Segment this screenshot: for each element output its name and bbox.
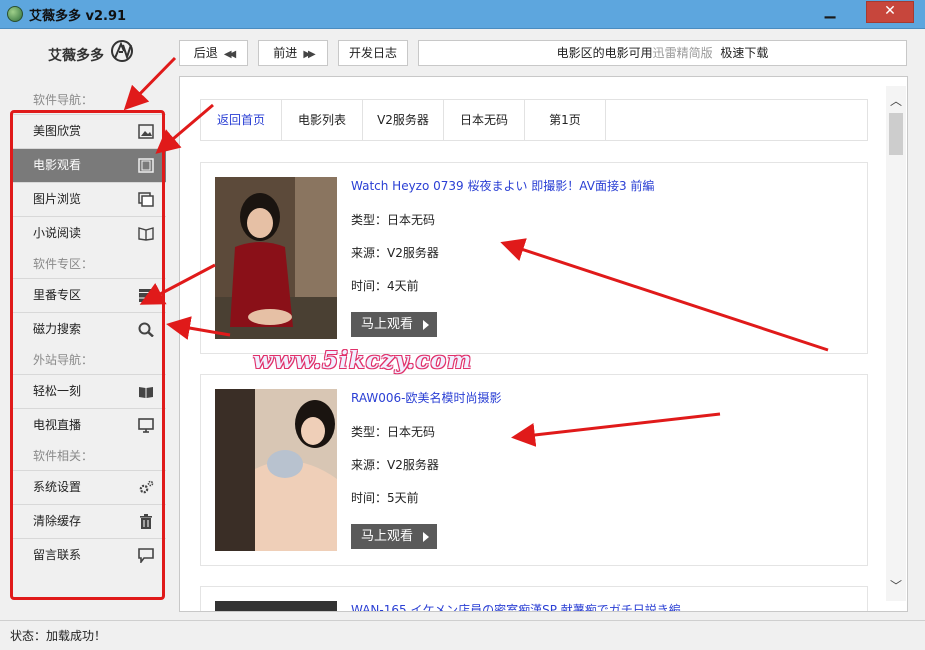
sidebar-item-tv-live[interactable]: 电视直播 [13,408,166,442]
sidebar-item-label: 电影观看 [33,158,82,172]
close-button[interactable]: ✕ [866,1,914,23]
movie-type: 类型：日本无码 [351,213,436,227]
forward-arrow-icon: ▶▶ [303,49,316,60]
chat-icon [138,548,154,563]
movie-title-link[interactable]: Watch Heyzo 0739 桜夜まよい 即撮影！AV面接3 前編 [351,177,654,194]
sidebar-item-label: 里番专区 [33,288,82,302]
search-icon [138,322,154,337]
sidebar-item-novel[interactable]: 小说阅读 [13,216,166,250]
gear-icon [139,480,154,494]
tab-page-1[interactable]: 第1页 [525,100,606,140]
trash-icon [140,514,152,529]
gallery-icon [138,192,154,207]
monitor-icon [138,418,154,433]
back-button[interactable]: 后退 ◀◀ [179,40,248,66]
tab-jp-uncensored[interactable]: 日本无码 [444,100,525,140]
tab-v2-server[interactable]: V2服务器 [363,100,444,140]
sidebar-item-beauty-pics[interactable]: 美图欣赏 [13,114,166,148]
notice-suffix: 极速下载 [720,46,769,60]
watch-now-label: 马上观看 [361,317,414,332]
back-label: 后退 [193,46,218,60]
movie-source: 来源：V2服务器 [351,246,439,260]
tab-bar: 返回首页 电影列表 V2服务器 日本无码 第1页 [200,99,868,141]
sidebar-item-relax[interactable]: 轻松一刻 [13,374,166,408]
scroll-thumb[interactable] [889,113,903,155]
movie-card: Watch Heyzo 0739 桜夜まよい 即撮影！AV面接3 前編 类型：日… [200,162,868,354]
section-header-software-zone: 软件专区： [33,257,94,271]
minimize-button[interactable]: ▁ [820,2,840,22]
watch-now-button[interactable]: 马上观看 [351,524,437,549]
sidebar-item-photo-browse[interactable]: 图片浏览 [13,182,166,216]
scroll-up-icon[interactable]: ︿ [886,91,906,111]
sidebar-item-clear-cache[interactable]: 清除缓存 [13,504,166,538]
clapboard-icon [139,289,153,302]
play-arrow-icon [423,532,429,542]
status-bar: 状态：加载成功！ [0,620,925,650]
movie-type: 类型：日本无码 [351,425,436,439]
sidebar-item-anime-zone[interactable]: 里番专区 [13,278,166,312]
forward-button[interactable]: 前进 ▶▶ [258,40,328,66]
movie-time: 时间：5天前 [351,491,419,505]
sidebar-item-label: 轻松一刻 [33,384,82,398]
watch-now-label: 马上观看 [361,529,414,544]
window-title: 艾薇多多 v2.91 [29,9,127,24]
sidebar-item-contact[interactable]: 留言联系 [13,538,166,572]
devlog-button[interactable]: 开发日志 [338,40,408,66]
sidebar-item-settings[interactable]: 系统设置 [13,470,166,504]
notice-prefix: 电影区的电影可用 [556,46,653,60]
sidebar-item-label: 留言联系 [33,548,82,562]
tab-home[interactable]: 返回首页 [201,100,282,140]
notice-highlight: 迅雷精简版 [652,46,713,60]
movie-thumbnail[interactable] [215,601,337,611]
section-header-external-nav: 外站导航： [33,353,94,367]
app-logo-icon [7,6,23,22]
movie-time: 时间：4天前 [351,279,419,293]
play-arrow-icon [423,320,429,330]
movie-thumbnail[interactable] [215,177,337,339]
movie-source: 来源：V2服务器 [351,458,439,472]
watermark: www.5ikczy.com [253,347,473,374]
book-icon [138,227,154,241]
sidebar-item-label: 电视直播 [33,418,82,432]
sidebar-item-label: 图片浏览 [33,192,82,206]
movie-card: WAN-165 イケメン店員の密室痴漢SP 献薯痴でガチ日説き編 [200,586,868,611]
section-header-software-nav: 软件导航： [33,93,94,107]
sidebar-item-movies[interactable]: 电影观看 [13,148,166,182]
movie-title-link[interactable]: RAW006-欧美名模时尚摄影 [351,389,502,406]
brand-name: 艾薇多多 [48,48,104,64]
sidebar-item-label: 小说阅读 [33,226,82,240]
sidebar-item-label: 磁力搜索 [33,322,82,336]
av-logo-icon [111,40,133,62]
sidebar-item-magnet-search[interactable]: 磁力搜索 [13,312,166,346]
title-bar: 艾薇多多 v2.91 ▁ ✕ [0,0,925,29]
tab-movie-list[interactable]: 电影列表 [282,100,363,140]
watch-now-button[interactable]: 马上观看 [351,312,437,337]
section-header-software-related: 软件相关： [33,449,94,463]
sidebar-item-label: 美图欣赏 [33,124,82,138]
back-arrow-icon: ◀◀ [223,49,237,60]
movie-title-link[interactable]: WAN-165 イケメン店員の密室痴漢SP 献薯痴でガチ日説き編 [351,601,681,611]
scrollbar[interactable]: ︿ ﹀ [886,86,906,601]
film-icon [138,158,154,173]
open-book-icon [139,387,153,398]
sidebar-item-label: 清除缓存 [33,514,82,528]
image-icon [138,124,154,139]
scroll-down-icon[interactable]: ﹀ [886,576,906,596]
sidebar: 软件导航： 美图欣赏 电影观看 图片浏览 小说阅读 软件专区： 里番专区 磁力搜… [13,86,166,572]
download-notice: 电影区的电影可用迅雷精简版 极速下载 [418,40,907,66]
movie-thumbnail[interactable] [215,389,337,551]
sidebar-item-label: 系统设置 [33,480,82,494]
movie-card: RAW006-欧美名模时尚摄影 类型：日本无码 来源：V2服务器 时间：5天前 … [200,374,868,566]
status-text: 状态：加载成功！ [10,629,107,643]
forward-label: 前进 [273,46,298,60]
